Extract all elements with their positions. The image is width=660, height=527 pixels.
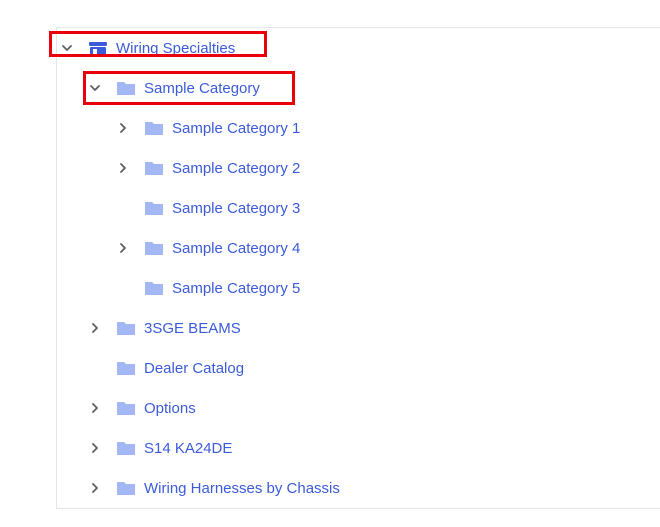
- tree-label-subcategory[interactable]: Sample Category 4: [172, 240, 300, 257]
- tree-row-category[interactable]: Dealer Catalog: [88, 356, 244, 380]
- tree-row-subcategory[interactable]: Sample Category 3: [116, 196, 300, 220]
- tree-label-category[interactable]: Dealer Catalog: [144, 360, 244, 377]
- tree-label-subcategory[interactable]: Sample Category 3: [172, 200, 300, 217]
- tree-label-sample-category[interactable]: Sample Category: [144, 80, 260, 97]
- tree-row-root[interactable]: Wiring Specialties: [60, 36, 235, 60]
- tree-row-subcategory[interactable]: Sample Category 1: [116, 116, 300, 140]
- folder-icon: [144, 160, 164, 176]
- chevron-placeholder: [116, 201, 130, 215]
- chevron-right-icon[interactable]: [116, 161, 130, 175]
- tree-row-sample-category[interactable]: Sample Category: [88, 76, 260, 100]
- tree-row-subcategory[interactable]: Sample Category 2: [116, 156, 300, 180]
- chevron-placeholder: [116, 281, 130, 295]
- tree-label-category[interactable]: Wiring Harnesses by Chassis: [144, 480, 340, 497]
- folder-icon: [144, 280, 164, 296]
- folder-icon: [144, 200, 164, 216]
- tree-row-category[interactable]: 3SGE BEAMS: [88, 316, 241, 340]
- chevron-right-icon[interactable]: [88, 321, 102, 335]
- folder-icon: [144, 240, 164, 256]
- folder-icon: [144, 120, 164, 136]
- store-icon: [88, 40, 108, 56]
- chevron-right-icon[interactable]: [88, 401, 102, 415]
- folder-icon: [116, 440, 136, 456]
- tree-row-subcategory[interactable]: Sample Category 5: [116, 276, 300, 300]
- folder-icon: [116, 400, 136, 416]
- tree-label-category[interactable]: S14 KA24DE: [144, 440, 232, 457]
- chevron-placeholder: [88, 361, 102, 375]
- chevron-right-icon[interactable]: [88, 481, 102, 495]
- tree-label-subcategory[interactable]: Sample Category 2: [172, 160, 300, 177]
- chevron-right-icon[interactable]: [116, 121, 130, 135]
- chevron-down-icon[interactable]: [60, 41, 74, 55]
- tree-label-category[interactable]: 3SGE BEAMS: [144, 320, 241, 337]
- folder-icon: [116, 320, 136, 336]
- chevron-down-icon[interactable]: [88, 81, 102, 95]
- tree-label-subcategory[interactable]: Sample Category 1: [172, 120, 300, 137]
- chevron-right-icon[interactable]: [88, 441, 102, 455]
- folder-icon: [116, 360, 136, 376]
- chevron-right-icon[interactable]: [116, 241, 130, 255]
- folder-icon: [116, 80, 136, 96]
- folder-icon: [116, 480, 136, 496]
- tree-label-category[interactable]: Options: [144, 400, 196, 417]
- tree-label-root[interactable]: Wiring Specialties: [116, 40, 235, 57]
- tree-row-category[interactable]: Wiring Harnesses by Chassis: [88, 476, 340, 500]
- tree-row-category[interactable]: Options: [88, 396, 196, 420]
- tree-row-subcategory[interactable]: Sample Category 4: [116, 236, 300, 260]
- tree-label-subcategory[interactable]: Sample Category 5: [172, 280, 300, 297]
- tree-row-category[interactable]: S14 KA24DE: [88, 436, 232, 460]
